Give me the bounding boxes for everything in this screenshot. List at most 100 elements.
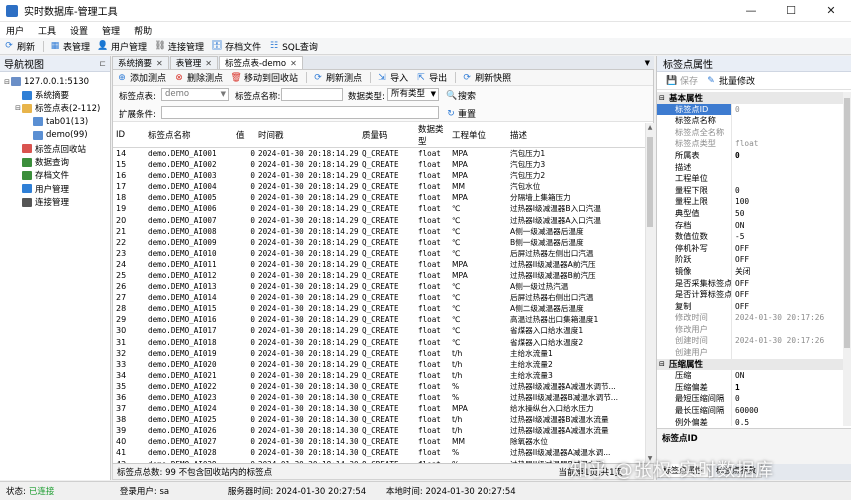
- table-row[interactable]: 31 demo.DEMO_AI018 0 2024-01-30 20:18:14.29…: [113, 337, 645, 348]
- table-row[interactable]: 20 demo.DEMO_AI007 0 2024-01-30 20:18:14.29…: [113, 214, 645, 225]
- table-row[interactable]: 25 demo.DEMO_AI012 0 2024-01-30 20:18:14.29…: [113, 270, 645, 281]
- table-manage-button[interactable]: ▦ 表管理: [50, 40, 90, 53]
- nav-item[interactable]: ⊟ 标签点表(2-112): [0, 102, 110, 115]
- type-filter-select[interactable]: 所有类型 ▼: [387, 88, 439, 101]
- close-icon[interactable]: ✕: [156, 59, 163, 68]
- property-row[interactable]: 创建用户: [657, 347, 843, 359]
- property-row[interactable]: 是否采集标签点 OFF: [657, 277, 843, 290]
- property-value[interactable]: [732, 173, 735, 185]
- table-row[interactable]: 19 demo.DEMO_AI006 0 2024-01-30 20:18:14.29…: [113, 203, 645, 214]
- table-row[interactable]: 15 demo.DEMO_AI002 0 2024-01-30 20:18:14.29…: [113, 159, 645, 170]
- nav-item[interactable]: 标签点回收站: [0, 142, 110, 155]
- property-row[interactable]: 最短压缩间隔 0: [657, 393, 843, 406]
- property-value[interactable]: -5: [732, 231, 744, 243]
- table-row[interactable]: 33 demo.DEMO_AI020 0 2024-01-30 20:18:14.29…: [113, 359, 645, 370]
- property-value[interactable]: float: [732, 138, 758, 150]
- property-value[interactable]: [732, 324, 735, 336]
- column-header[interactable]: 工程单位: [449, 123, 507, 148]
- table-row[interactable]: 26 demo.DEMO_AI013 0 2024-01-30 20:18:14.29…: [113, 281, 645, 292]
- property-value[interactable]: [732, 162, 735, 174]
- property-value[interactable]: OFF: [732, 243, 749, 255]
- column-header[interactable]: ID: [113, 123, 145, 148]
- table-row[interactable]: 28 demo.DEMO_AI015 0 2024-01-30 20:18:14.29…: [113, 303, 645, 314]
- sql-query-button[interactable]: ☷ SQL查询: [269, 40, 318, 53]
- name-filter-input[interactable]: [281, 88, 343, 101]
- nav-item[interactable]: 存档文件: [0, 169, 110, 182]
- property-scroll-thumb[interactable]: [844, 98, 850, 348]
- property-row[interactable]: 数值位数 -5: [657, 231, 843, 243]
- table-filter-select[interactable]: demo ▼: [161, 88, 229, 101]
- tagpoint-action-button[interactable]: ⇱ 导出: [416, 71, 447, 85]
- close-icon[interactable]: ✕: [290, 59, 297, 68]
- property-row[interactable]: 修改用户: [657, 323, 843, 336]
- property-row[interactable]: 最长压缩间隔 60000: [657, 405, 843, 417]
- table-row[interactable]: 21 demo.DEMO_AI008 0 2024-01-30 20:18:14.29…: [113, 226, 645, 237]
- property-value[interactable]: ON: [732, 220, 744, 232]
- table-row[interactable]: 29 demo.DEMO_AI016 0 2024-01-30 20:18:14.29…: [113, 314, 645, 325]
- property-value[interactable]: OFF: [732, 278, 749, 290]
- ext-filter-input[interactable]: [161, 106, 439, 119]
- pin-icon[interactable]: ⊏: [99, 59, 106, 68]
- property-value[interactable]: [732, 127, 735, 139]
- property-row[interactable]: 复制 OFF: [657, 300, 843, 313]
- menu-tools[interactable]: 工具: [38, 24, 56, 37]
- grid-scrollbar[interactable]: ▲ ▼: [645, 123, 654, 463]
- close-button[interactable]: ✕: [811, 0, 851, 22]
- property-row[interactable]: 量程上限 100: [657, 196, 843, 208]
- nav-item[interactable]: 用户管理: [0, 182, 110, 195]
- property-row[interactable]: 压缩偏差 1: [657, 381, 843, 394]
- property-category[interactable]: ⊟ 压缩属性: [657, 358, 843, 370]
- property-row[interactable]: 创建时间 2024-01-30 20:17:26: [657, 335, 843, 348]
- close-icon[interactable]: ✕: [205, 59, 212, 68]
- menu-settings[interactable]: 设置: [70, 24, 88, 37]
- property-value[interactable]: 2024-01-30 20:17:26: [732, 335, 824, 347]
- connection-manage-button[interactable]: ⛓ 连接管理: [154, 40, 204, 53]
- property-row[interactable]: 量程下限 0: [657, 184, 843, 197]
- property-row[interactable]: 阶跃 OFF: [657, 254, 843, 266]
- property-value[interactable]: [732, 115, 735, 127]
- table-row[interactable]: 32 demo.DEMO_AI019 0 2024-01-30 20:18:14.29…: [113, 348, 645, 359]
- property-value[interactable]: ON: [732, 370, 744, 382]
- archive-file-button[interactable]: 🗄 存档文件: [211, 40, 261, 53]
- property-row[interactable]: 是否计算标签点 OFF: [657, 289, 843, 301]
- table-row[interactable]: 24 demo.DEMO_AI011 0 2024-01-30 20:18:14.29…: [113, 259, 645, 270]
- collapse-icon[interactable]: ⊟: [3, 78, 11, 86]
- property-row[interactable]: 镜像 关闭: [657, 265, 843, 278]
- property-row[interactable]: 修改时间 2024-01-30 20:17:26: [657, 312, 843, 324]
- nav-item[interactable]: 数据查询: [0, 155, 110, 168]
- tab-list-dropdown-icon[interactable]: ▼: [645, 59, 650, 67]
- table-row[interactable]: 42demo.DEMO_AI02902024-01-30 20:18:14.30…: [113, 459, 645, 463]
- tagpoint-action-button[interactable]: ⟳ 刷新测点: [313, 71, 362, 85]
- property-category[interactable]: ⊟ 基本属性: [657, 92, 843, 104]
- nav-item[interactable]: 系统摘要: [0, 88, 110, 101]
- property-value[interactable]: 2024-01-30 20:17:26: [732, 312, 824, 324]
- property-value[interactable]: OFF: [732, 289, 749, 301]
- column-header[interactable]: 值: [233, 123, 255, 148]
- column-header[interactable]: 描述: [507, 123, 645, 148]
- property-value[interactable]: OFF: [732, 301, 749, 313]
- nav-item[interactable]: ⊟ 127.0.0.1:5130: [0, 75, 110, 88]
- nav-item[interactable]: tab01(13): [0, 115, 110, 128]
- table-row[interactable]: 34 demo.DEMO_AI021 0 2024-01-30 20:18:14.29…: [113, 370, 645, 381]
- property-value[interactable]: 100: [732, 196, 749, 208]
- property-value[interactable]: 0.5: [732, 417, 749, 426]
- property-row[interactable]: 标签点名称: [657, 115, 843, 127]
- collapse-icon[interactable]: ⊟: [659, 360, 669, 368]
- column-header[interactable]: 质量码: [359, 123, 415, 148]
- property-value[interactable]: 1: [732, 382, 740, 394]
- search-button[interactable]: 🔍 搜索: [446, 89, 476, 103]
- column-header[interactable]: 标签点名称: [145, 123, 233, 148]
- table-row[interactable]: 36 demo.DEMO_AI023 0 2024-01-30 20:18:14.30…: [113, 392, 645, 403]
- property-row[interactable]: 例外偏差 0.5: [657, 416, 843, 426]
- property-row[interactable]: 标签点ID 0: [657, 103, 843, 116]
- menu-help[interactable]: 帮助: [134, 24, 152, 37]
- property-scrollbar[interactable]: [843, 92, 851, 426]
- property-row[interactable]: 压缩 ON: [657, 370, 843, 382]
- table-row[interactable]: 40 demo.DEMO_AI027 0 2024-01-30 20:18:14.30…: [113, 436, 645, 447]
- table-row[interactable]: 30 demo.DEMO_AI017 0 2024-01-30 20:18:14.29…: [113, 325, 645, 336]
- tagpoint-action-button[interactable]: ⊗ 删除测点: [174, 71, 223, 85]
- table-row[interactable]: 16 demo.DEMO_AI003 0 2024-01-30 20:18:14.29…: [113, 170, 645, 181]
- property-row[interactable]: 工程单位: [657, 173, 843, 185]
- tagpoint-action-button[interactable]: ⇲ 导入: [377, 71, 408, 85]
- property-value[interactable]: 50: [732, 208, 744, 220]
